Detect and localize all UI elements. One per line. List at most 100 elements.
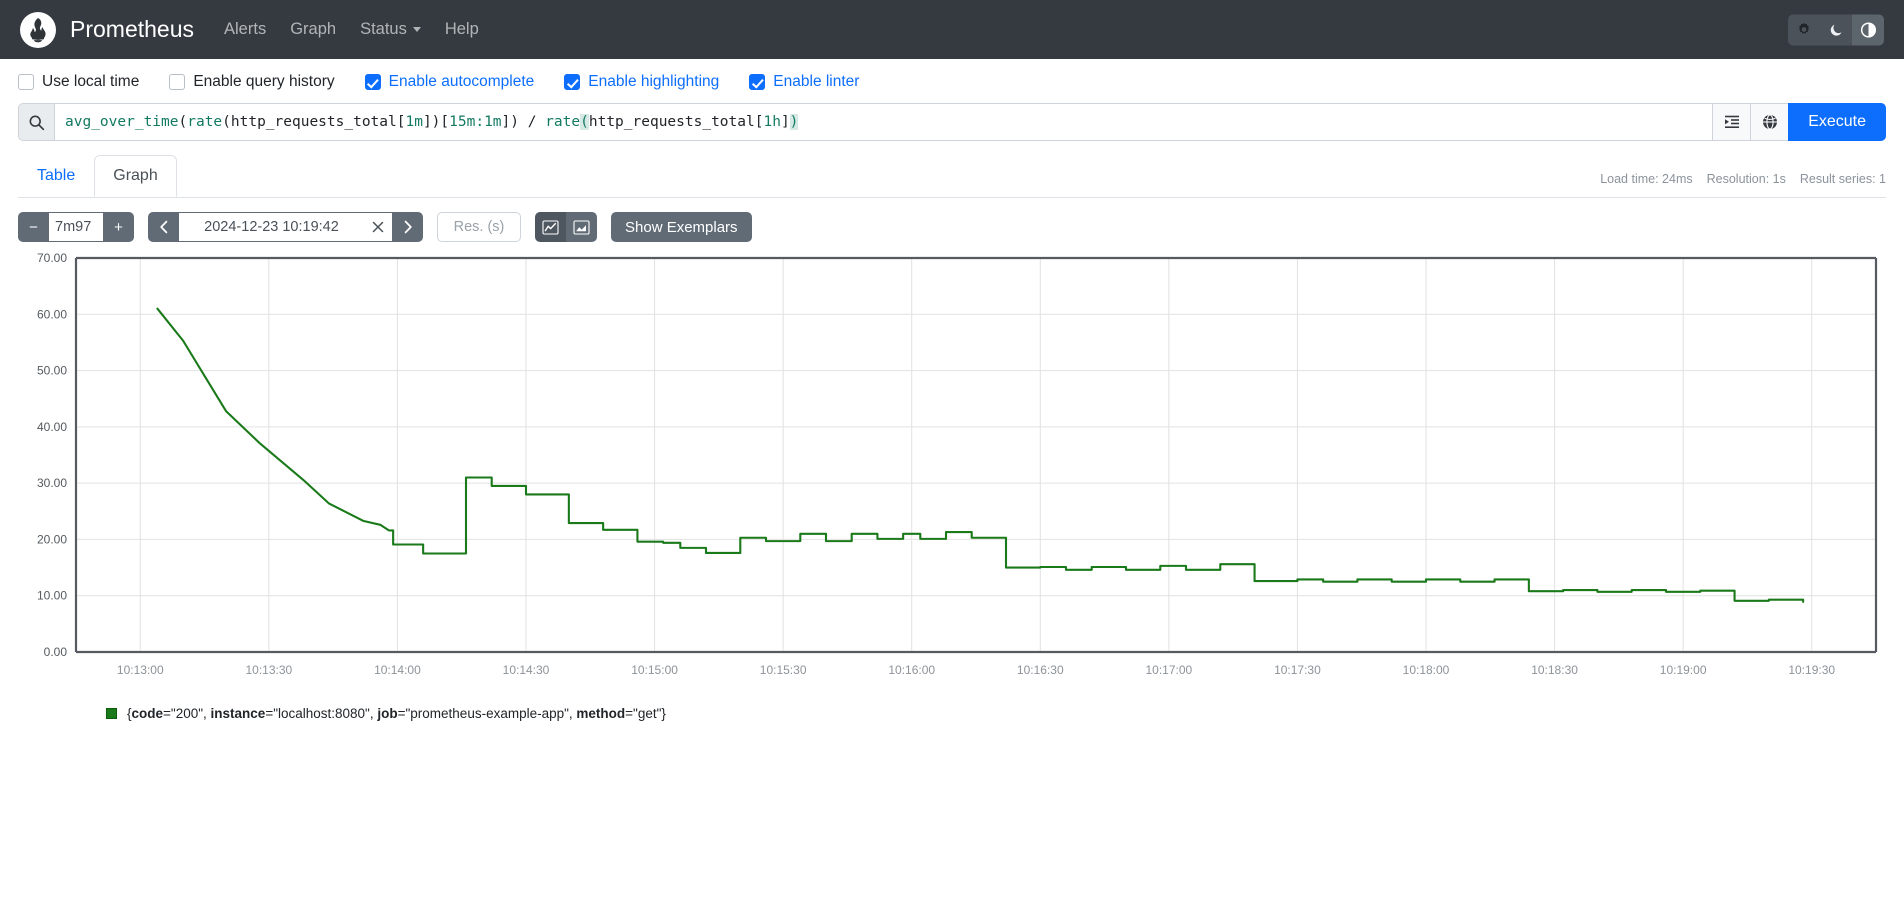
range-input[interactable]: 7m97	[49, 212, 103, 242]
legend-color-swatch	[106, 708, 117, 719]
x-axis-tick-label: 10:19:00	[1660, 663, 1707, 677]
nav-link-status-label: Status	[360, 20, 407, 38]
legend-label-part: ="200",	[163, 706, 211, 721]
tab-table[interactable]: Table	[18, 155, 94, 197]
chart-legend: {code="200", instance="localhost:8080", …	[106, 706, 1886, 721]
option-enable-query-history[interactable]: Enable query history	[169, 73, 335, 91]
query-token: rate	[545, 114, 581, 130]
enable-highlighting-checkbox[interactable]	[564, 74, 581, 90]
x-axis-tick-label: 10:18:30	[1531, 663, 1578, 677]
query-token: ]	[780, 114, 790, 130]
x-axis-tick-label: 10:16:30	[1017, 663, 1064, 677]
y-axis-tick-label: 40.00	[37, 420, 67, 434]
legend-series-label[interactable]: {code="200", instance="localhost:8080", …	[127, 706, 666, 721]
x-axis-tick-label: 10:15:30	[760, 663, 807, 677]
previous-time-button[interactable]	[148, 212, 179, 242]
query-options-bar: Use local time Enable query history Enab…	[0, 59, 1904, 103]
query-token: 1m	[405, 114, 423, 130]
option-enable-highlighting[interactable]: Enable highlighting	[564, 73, 719, 91]
format-expression-icon[interactable]	[1712, 103, 1751, 141]
line-chart-icon[interactable]	[535, 212, 566, 242]
y-axis-tick-label: 60.00	[37, 307, 67, 321]
x-axis-tick-label: 10:14:30	[503, 663, 550, 677]
time-input-group: 2024-12-23 10:19:42	[148, 212, 423, 242]
x-axis-tick-label: 10:18:00	[1403, 663, 1450, 677]
show-exemplars-button[interactable]: Show Exemplars	[611, 212, 752, 242]
nav-link-graph[interactable]: Graph	[290, 20, 336, 39]
enable-query-history-checkbox[interactable]	[169, 74, 186, 90]
auto-theme-button[interactable]	[1852, 14, 1884, 45]
light-theme-button[interactable]	[1788, 14, 1820, 45]
y-axis-tick-label: 70.00	[37, 252, 67, 265]
legend-label-part: ="get"}	[625, 706, 666, 721]
x-axis-tick-label: 10:17:00	[1145, 663, 1192, 677]
y-axis-tick-label: 30.00	[37, 476, 67, 490]
legend-label-part: ="localhost:8080",	[265, 706, 378, 721]
query-token: avg_over_time	[65, 114, 179, 130]
range-input-group: − 7m97 +	[18, 212, 134, 242]
moon-icon	[1830, 24, 1842, 36]
graph-controls: − 7m97 + 2024-12-23 10:19:42 Res. (s) Sh…	[18, 212, 1886, 242]
y-axis-tick-label: 0.00	[44, 645, 68, 659]
x-axis-tick-label: 10:17:30	[1274, 663, 1321, 677]
brand-title[interactable]: Prometheus	[70, 16, 194, 43]
theme-toggle-group	[1788, 14, 1884, 45]
enable-linter-label: Enable linter	[773, 73, 860, 90]
x-axis-tick-label: 10:19:30	[1788, 663, 1835, 677]
legend-label-part: method	[576, 706, 626, 721]
use-local-time-checkbox[interactable]	[18, 74, 34, 90]
dark-theme-button[interactable]	[1820, 14, 1852, 45]
time-series-chart[interactable]: 0.00 10.00 20.00 30.00 40.00 50.00 60.00 70.00 1…	[18, 252, 1886, 692]
increase-range-button[interactable]: +	[103, 212, 134, 242]
option-enable-autocomplete[interactable]: Enable autocomplete	[364, 73, 535, 91]
x-axis-tick-label: 10:13:00	[117, 663, 164, 677]
option-use-local-time[interactable]: Use local time	[18, 73, 139, 91]
plot-area	[76, 258, 1876, 652]
query-expression-text: avg_over_time(rate(http_requests_total[1…	[65, 114, 799, 130]
option-enable-linter[interactable]: Enable linter	[749, 73, 859, 91]
sun-icon	[1798, 22, 1810, 34]
query-token: 1h	[763, 114, 781, 130]
query-token: ]) /	[501, 114, 546, 130]
enable-linter-checkbox[interactable]	[749, 74, 766, 90]
query-expression-input[interactable]: avg_over_time(rate(http_requests_total[1…	[54, 103, 1713, 141]
y-axis-tick-label: 10.00	[37, 589, 67, 603]
enable-autocomplete-checkbox[interactable]	[364, 74, 381, 90]
top-navbar: Prometheus Alerts Graph Status Help	[0, 0, 1904, 59]
result-tabs: Table Graph Load time: 24ms Resolution: …	[18, 155, 1886, 198]
legend-label-part: ="prometheus-example-app",	[397, 706, 577, 721]
query-bar: avg_over_time(rate(http_requests_total[1…	[18, 103, 1886, 141]
query-token: (	[580, 114, 589, 130]
use-local-time-label: Use local time	[42, 73, 140, 90]
y-axis-tick-label: 20.00	[37, 532, 67, 546]
query-token: )	[789, 114, 799, 130]
execute-button[interactable]: Execute	[1788, 103, 1886, 141]
tab-graph[interactable]: Graph	[94, 155, 177, 197]
search-icon	[18, 103, 54, 141]
next-time-button[interactable]	[392, 212, 423, 242]
query-token: ])[	[422, 114, 450, 130]
chart-type-toggle-group	[535, 212, 597, 242]
result-series-stat: Result series: 1	[1799, 172, 1886, 186]
legend-label-part: instance	[210, 706, 266, 721]
clear-time-button[interactable]	[364, 212, 392, 242]
resolution-input[interactable]: Res. (s)	[437, 212, 521, 242]
nav-link-help[interactable]: Help	[445, 20, 479, 39]
resolution-stat: Resolution: 1s	[1706, 172, 1786, 186]
decrease-range-button[interactable]: −	[18, 212, 49, 242]
query-token: (	[178, 114, 188, 130]
enable-autocomplete-label: Enable autocomplete	[388, 73, 535, 90]
query-token: rate	[187, 114, 223, 130]
end-time-input[interactable]: 2024-12-23 10:19:42	[179, 212, 364, 242]
prometheus-torch-icon	[20, 11, 56, 48]
query-stats: Load time: 24ms Resolution: 1s Result se…	[1600, 172, 1886, 186]
nav-link-alerts[interactable]: Alerts	[224, 20, 266, 39]
globe-icon[interactable]	[1750, 103, 1789, 141]
query-token: http_requests_total[	[588, 114, 764, 130]
x-axis-tick-label: 10:13:30	[245, 663, 292, 677]
nav-link-status[interactable]: Status	[360, 20, 421, 39]
area-chart-icon[interactable]	[566, 212, 597, 242]
load-time-stat: Load time: 24ms	[1600, 172, 1693, 186]
y-axis-tick-label: 50.00	[37, 364, 67, 378]
enable-highlighting-label: Enable highlighting	[588, 73, 720, 90]
